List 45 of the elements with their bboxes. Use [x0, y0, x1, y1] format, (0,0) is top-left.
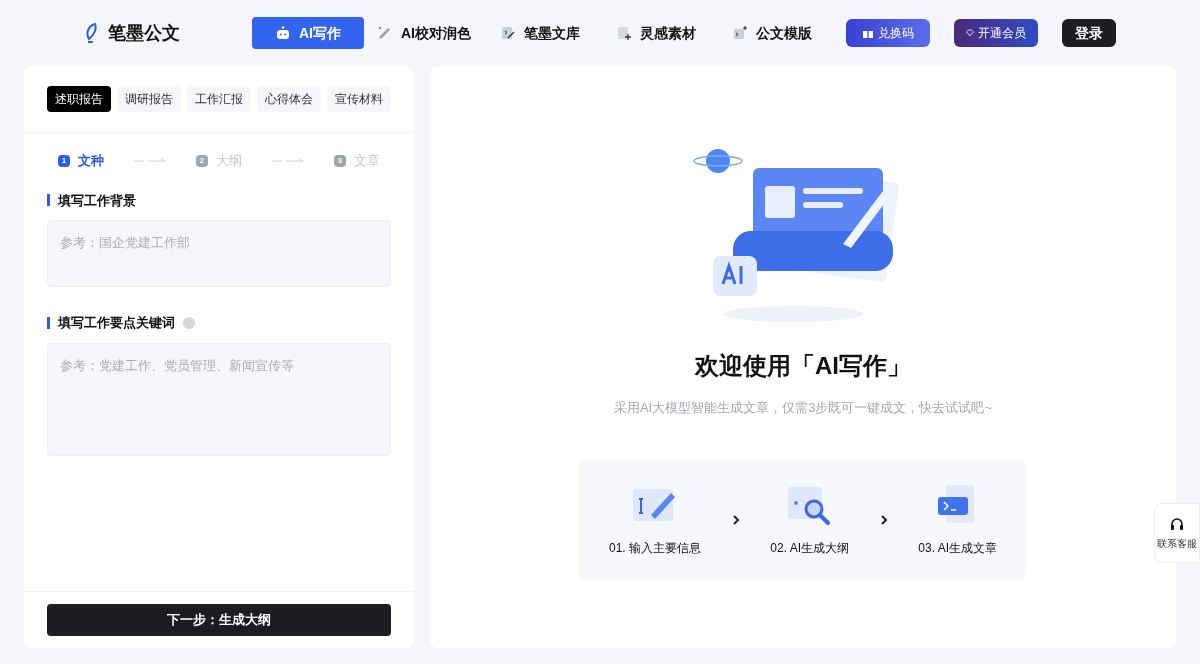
- pen-icon: [377, 25, 393, 41]
- document-type-tab[interactable]: 工作汇报: [187, 86, 251, 112]
- section-marker: [47, 194, 50, 207]
- contact-service-label: 联系客服: [1157, 536, 1197, 551]
- step-label: 大纲: [216, 152, 242, 170]
- redeem-code-button[interactable]: 兑换码: [846, 19, 930, 47]
- nav-tab[interactable]: 公文模版: [716, 17, 828, 49]
- section-marker: [47, 316, 50, 329]
- next-step-button[interactable]: 下一步：生成大纲: [47, 604, 391, 636]
- step-number-icon: 3: [334, 154, 346, 167]
- step-label: 文章: [354, 152, 380, 170]
- document-type-tab[interactable]: 调研报告: [117, 86, 181, 112]
- nav-tab[interactable]: 灵感素材: [600, 17, 712, 49]
- vip-membership-button[interactable]: 开通会员: [954, 19, 1038, 47]
- robot-icon: [275, 25, 291, 41]
- diamond-heart-icon: [966, 27, 974, 39]
- nav-tab[interactable]: AI写作: [252, 17, 364, 49]
- input-field[interactable]: 参考：党建工作、党员管理、新闻宣传等: [47, 342, 391, 456]
- step-number-icon: 2: [196, 154, 208, 167]
- welcome-title: 欢迎使用「AI写作」: [695, 351, 911, 381]
- document-type-tab[interactable]: 心得体会: [257, 86, 321, 112]
- process-step-label: 01. 输入主要信息: [609, 539, 701, 557]
- arrow-icon: [134, 156, 166, 165]
- nav-tab[interactable]: 笔墨文库: [484, 17, 596, 49]
- input-field[interactable]: 参考：国企党建工作部: [47, 220, 391, 287]
- brand-name: 笔墨公文: [108, 22, 180, 45]
- field-label: 填写工作要点关键词: [58, 314, 175, 332]
- chevron-right-icon: [731, 514, 740, 525]
- template-icon: [732, 25, 748, 41]
- document-icon: [500, 25, 516, 41]
- document-type-tab[interactable]: 宣传材料: [327, 86, 391, 112]
- login-button[interactable]: 登录: [1062, 19, 1116, 47]
- info-icon: [183, 316, 195, 329]
- nav-tab[interactable]: AI校对润色: [368, 17, 480, 49]
- feather-logo-icon: [84, 23, 100, 43]
- process-step-label: 02. AI生成大纲: [770, 539, 849, 557]
- document-type-tab[interactable]: 述职报告: [47, 86, 111, 112]
- chevron-right-icon: [879, 514, 888, 525]
- customer-service-widget[interactable]: 联系客服: [1154, 503, 1200, 563]
- headset-icon: [1169, 515, 1185, 532]
- field-label: 填写工作背景: [58, 191, 136, 210]
- step-label: 文种: [78, 152, 104, 170]
- arrow-icon: [272, 156, 304, 165]
- step-number-icon: 1: [58, 154, 70, 167]
- process-step-label: 03. AI生成文章: [918, 539, 997, 557]
